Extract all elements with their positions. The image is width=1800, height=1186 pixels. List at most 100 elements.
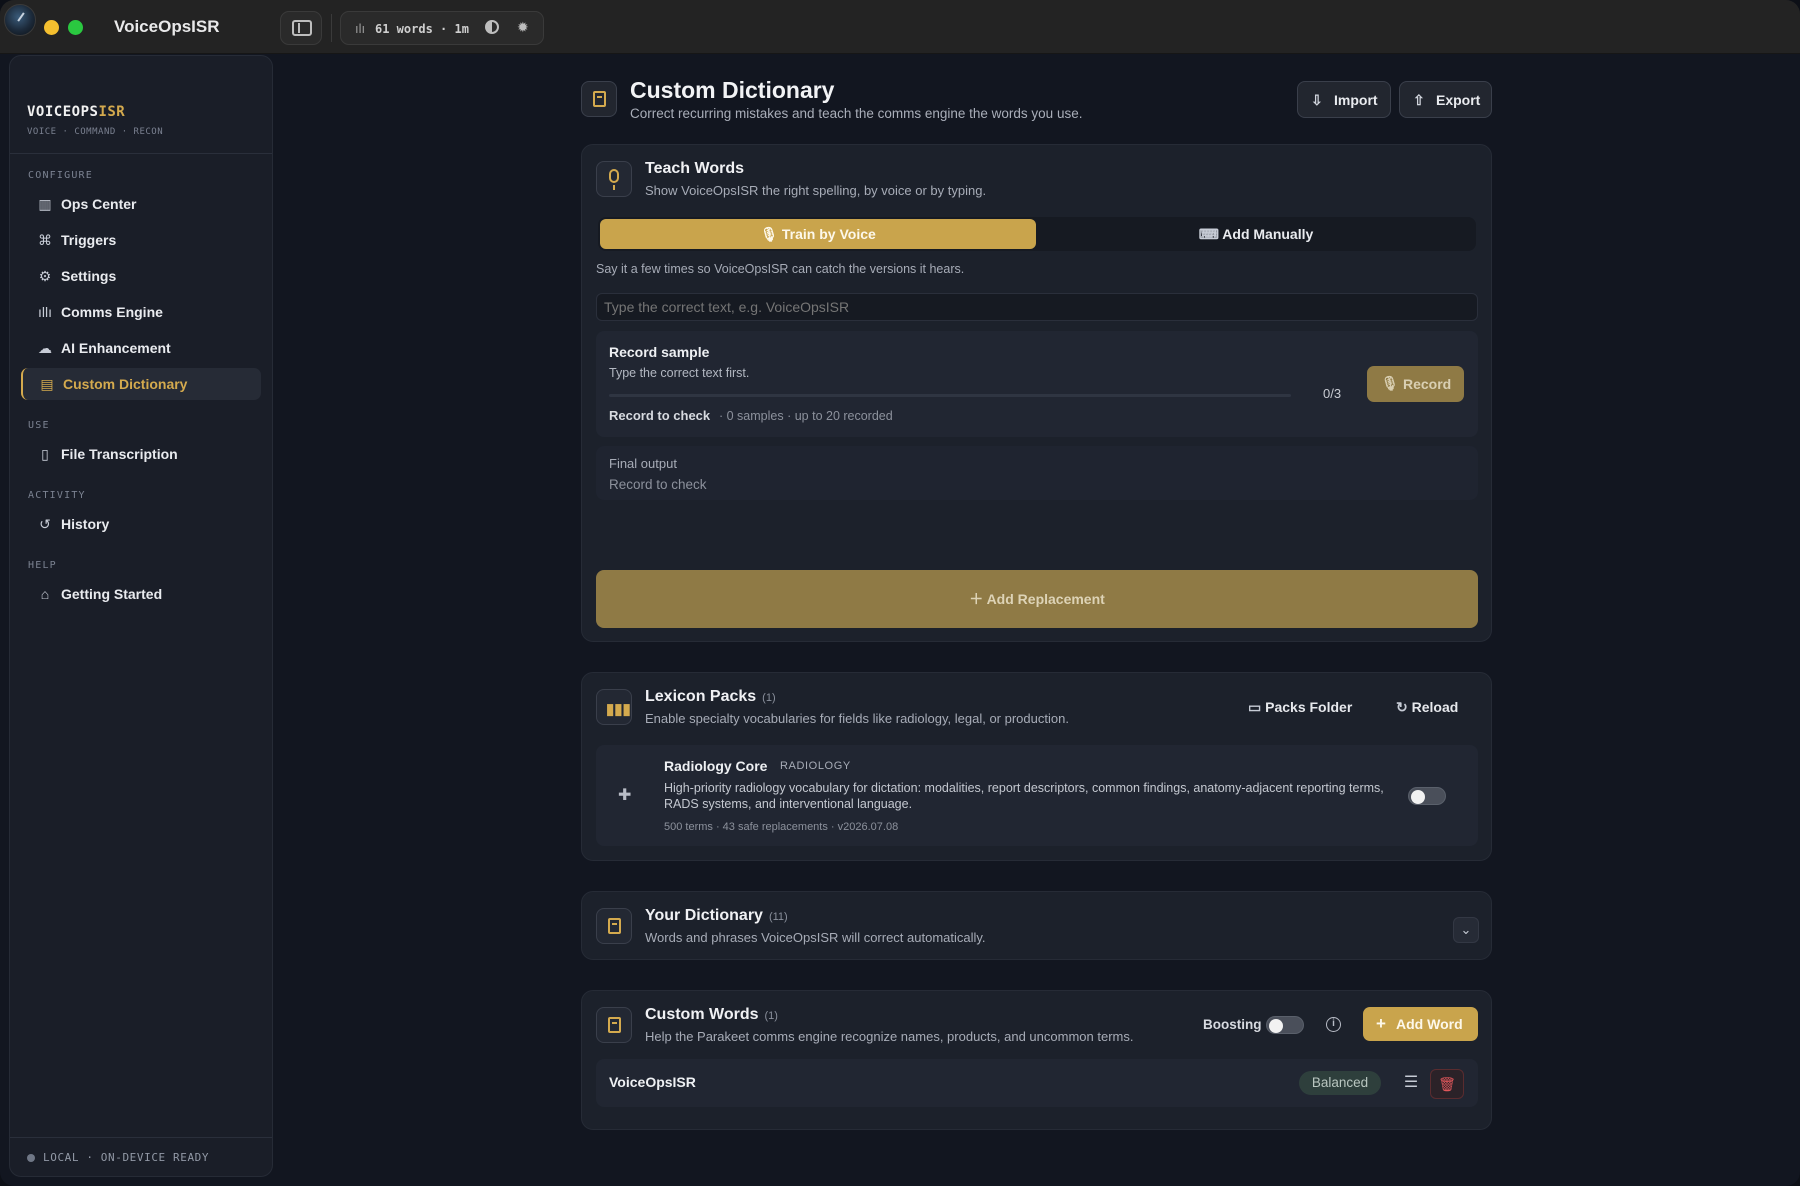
word-count: 61 words · 1m <box>375 22 469 36</box>
sidebar-item-getting-started[interactable]: ⌂ Getting Started <box>21 578 261 610</box>
gear-icon: ⚙ <box>38 268 52 284</box>
sidebar-item-ops-center[interactable]: ▥ Ops Center <box>21 188 261 220</box>
boosting-toggle[interactable] <box>1266 1016 1304 1034</box>
final-output-label: Final output <box>609 456 677 471</box>
custom-words-card: Custom Words (1) Help the Parakeet comms … <box>581 990 1492 1130</box>
app-title: VoiceOpsISR <box>114 17 220 36</box>
mode-segmented-control: 🎙︎ Train by Voice ⌨ Add Manually <box>598 217 1476 251</box>
card-title: Lexicon Packs (1) <box>645 688 776 705</box>
minimize-button[interactable] <box>44 20 59 35</box>
sidebar-item-triggers[interactable]: ⌘ Triggers <box>21 224 261 256</box>
sidebar-item-comms-engine[interactable]: ıllı Comms Engine <box>21 296 261 328</box>
stats-pill: ılı 61 words · 1m ✹ <box>340 11 544 45</box>
sidebar-item-file-transcription[interactable]: ▯ File Transcription <box>21 438 261 470</box>
lexicon-pack-item: ✚ Radiology Core RADIOLOGY High-priority… <box>596 745 1478 846</box>
sidebar-item-ai-enhancement[interactable]: ☁ AI Enhancement <box>21 332 261 364</box>
sidebar-item-settings[interactable]: ⚙ Settings <box>21 260 261 292</box>
page-title: Custom Dictionary <box>630 77 835 103</box>
bar-chart-icon: ▥ <box>38 196 52 212</box>
pack-meta: 500 terms · 43 safe replacements · v2026… <box>664 821 899 833</box>
sidebar: VOICEOPSISR VOICE · COMMAND · RECON CONF… <box>9 55 273 1177</box>
waveform-icon: ılı <box>355 21 366 36</box>
lexicon-packs-card: ▮▮▮ Lexicon Packs (1) Enable specialty vo… <box>581 672 1492 861</box>
plus-icon: + <box>1376 1014 1386 1033</box>
word-text: VoiceOpsISR <box>609 1074 696 1090</box>
sample-count: 0/3 <box>1323 386 1342 401</box>
status-text: LOCAL · ON-DEVICE READY <box>43 1151 210 1164</box>
pack-enable-toggle[interactable] <box>1408 787 1446 805</box>
your-dictionary-card[interactable]: Your Dictionary (11) Words and phrases Vo… <box>581 891 1492 960</box>
reload-button[interactable]: ↻ Reload <box>1396 699 1458 716</box>
brand-tagline: VOICE · COMMAND · RECON <box>27 127 164 137</box>
brand-logo: VOICEOPSISR <box>27 104 126 120</box>
teach-words-card: Teach Words Show VoiceOpsISR the right s… <box>581 144 1492 642</box>
chevron-down-icon[interactable]: ⌄ <box>1453 917 1479 943</box>
pack-name: Radiology Core <box>664 758 768 774</box>
dictionary-icon <box>581 81 617 117</box>
microphone-icon <box>596 161 632 197</box>
brain-icon: ☁ <box>38 340 52 356</box>
record-check-label: Record to check <box>609 408 711 423</box>
microphone-icon: 🎙︎ <box>760 226 782 242</box>
theme-toggle-icon[interactable] <box>485 20 499 34</box>
maximize-button[interactable] <box>68 20 83 35</box>
home-icon: ⌂ <box>40 586 50 602</box>
reload-icon: ↻ <box>1396 699 1412 715</box>
section-help: HELP <box>28 560 57 571</box>
export-icon: ⇧ <box>1413 92 1425 108</box>
book-icon <box>596 908 632 944</box>
card-title: Teach Words <box>645 160 744 177</box>
plus-icon: ＋ <box>969 591 987 607</box>
export-button[interactable]: ⇧ Export <box>1399 81 1492 118</box>
sidebar-item-history[interactable]: ↺ History <box>21 508 261 540</box>
keyboard-icon: ⌨ <box>1198 226 1223 242</box>
add-word-button[interactable]: + Add Word <box>1363 1007 1478 1041</box>
toggle-sidebar-button[interactable] <box>280 11 322 45</box>
import-button[interactable]: ⇩ Import <box>1297 81 1391 118</box>
microphone-icon: 🎙︎ <box>1381 375 1399 391</box>
section-use: USE <box>28 420 50 431</box>
card-subtitle: Help the Parakeet comms engine recognize… <box>645 1029 1134 1044</box>
word-book-icon <box>596 1007 632 1043</box>
card-subtitle: Enable specialty vocabularies for fields… <box>645 711 1069 726</box>
app-window: VoiceOpsISR ılı 61 words · 1m ✹ VOICEOPS… <box>0 0 1800 1186</box>
book-icon: ▤ <box>40 376 54 392</box>
section-activity: ACTIVITY <box>28 490 86 501</box>
divider <box>10 1137 272 1138</box>
sample-progress-bar <box>609 394 1291 397</box>
card-subtitle: Show VoiceOpsISR the right spelling, by … <box>645 183 987 198</box>
app-logo-icon <box>4 4 36 36</box>
record-button[interactable]: 🎙︎ Record <box>1367 366 1464 402</box>
section-configure: CONFIGURE <box>28 170 93 181</box>
tab-train-by-voice[interactable]: 🎙︎ Train by Voice <box>600 219 1036 249</box>
correct-text-input[interactable] <box>596 293 1478 321</box>
command-icon: ⌘ <box>38 232 52 248</box>
status-dot <box>27 1154 35 1162</box>
import-icon: ⇩ <box>1311 92 1323 108</box>
toolbar-divider <box>331 14 332 42</box>
file-icon: ▯ <box>41 446 49 462</box>
boost-level-badge[interactable]: Balanced <box>1299 1071 1381 1095</box>
record-instruction: Type the correct text first. <box>609 366 750 380</box>
waveform-icon: ıllı <box>38 304 52 320</box>
boosting-label: Boosting <box>1203 1017 1262 1032</box>
sidebar-icon <box>292 20 312 36</box>
packs-folder-button[interactable]: ▭ Packs Folder <box>1248 699 1352 716</box>
tab-add-manually[interactable]: ⌨ Add Manually <box>1038 219 1474 249</box>
final-output-value: Record to check <box>609 477 707 492</box>
info-icon[interactable]: i <box>1326 1017 1341 1032</box>
sliders-icon[interactable]: ☰ <box>1397 1069 1425 1097</box>
list-item: VoiceOpsISR Balanced ☰ 🗑︎ <box>596 1059 1478 1107</box>
bug-icon[interactable]: ✹ <box>517 19 529 36</box>
final-output-panel: Final output Record to check <box>596 446 1478 500</box>
card-title: Custom Words (1) <box>645 1006 778 1023</box>
sidebar-item-custom-dictionary[interactable]: ▤ Custom Dictionary <box>21 368 261 400</box>
trash-icon[interactable]: 🗑︎ <box>1430 1069 1464 1099</box>
history-icon: ↺ <box>39 516 51 532</box>
hint-text: Say it a few times so VoiceOpsISR can ca… <box>596 262 965 276</box>
titlebar: VoiceOpsISR ılı 61 words · 1m ✹ <box>0 0 1800 54</box>
pack-tag: RADIOLOGY <box>780 760 851 772</box>
add-replacement-button[interactable]: ＋ Add Replacement <box>596 570 1478 628</box>
folder-icon: ▭ <box>1248 699 1266 715</box>
library-icon: ▮▮▮ <box>596 689 632 725</box>
